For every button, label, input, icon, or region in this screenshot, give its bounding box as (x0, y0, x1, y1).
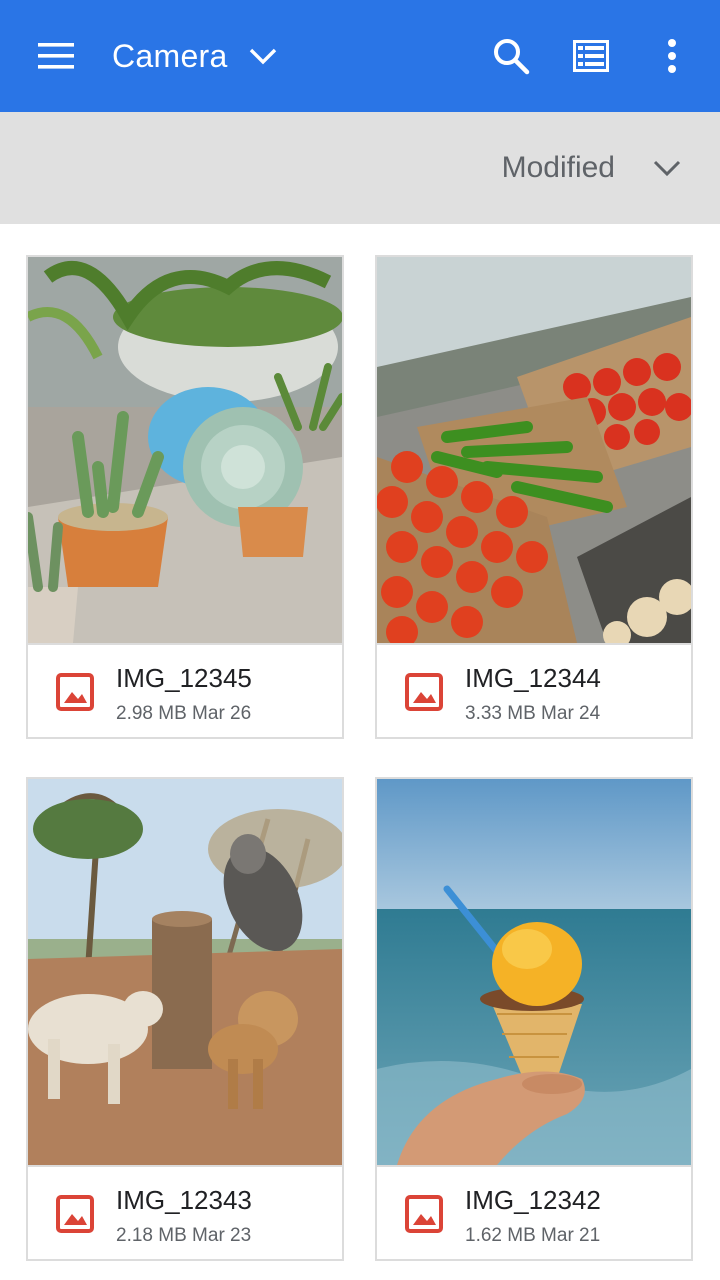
thumbnail-image (377, 257, 691, 643)
file-name: IMG_12343 (116, 1185, 252, 1215)
image-file-icon (405, 1195, 443, 1233)
file-name: IMG_12342 (465, 1185, 601, 1215)
file-info: IMG_12345 2.98 MB Mar 26 (28, 643, 342, 737)
more-options-button[interactable] (632, 0, 712, 112)
folder-selector[interactable]: Camera (112, 0, 278, 112)
file-details: 2.18 MB Mar 23 (116, 1225, 251, 1247)
file-card[interactable]: IMG_12343 2.18 MB Mar 23 (26, 777, 344, 1261)
image-file-icon (56, 1195, 94, 1233)
file-size: 2.18 MB (116, 1225, 187, 1246)
thumbnail-image (377, 779, 691, 1165)
file-name: IMG_12345 (116, 663, 252, 693)
file-details: 1.62 MB Mar 21 (465, 1225, 600, 1247)
file-size: 3.33 MB (465, 703, 536, 724)
file-info: IMG_12343 2.18 MB Mar 23 (28, 1165, 342, 1259)
file-date: Mar 24 (541, 703, 601, 724)
thumbnail-image (28, 779, 342, 1165)
file-details: 2.98 MB Mar 26 (116, 703, 251, 725)
file-date: Mar 23 (192, 1225, 252, 1246)
menu-icon (38, 43, 74, 69)
app-bar: Camera (0, 0, 720, 112)
file-size: 2.98 MB (116, 703, 187, 724)
file-card[interactable]: IMG_12342 1.62 MB Mar 21 (375, 777, 693, 1261)
search-button[interactable] (471, 0, 551, 112)
file-date: Mar 26 (192, 703, 252, 724)
file-info: IMG_12342 1.62 MB Mar 21 (377, 1165, 691, 1259)
search-icon (494, 39, 530, 75)
list-view-icon (573, 40, 609, 72)
file-date: Mar 21 (541, 1225, 601, 1246)
file-size: 1.62 MB (465, 1225, 536, 1246)
image-file-icon (405, 673, 443, 711)
file-info: IMG_12344 3.33 MB Mar 24 (377, 643, 691, 737)
file-card[interactable]: IMG_12345 2.98 MB Mar 26 (26, 255, 344, 739)
image-file-icon (56, 673, 94, 711)
chevron-down-icon (248, 46, 278, 66)
folder-title: Camera (112, 37, 228, 74)
more-vert-icon (668, 39, 676, 73)
chevron-down-icon[interactable] (645, 148, 689, 188)
sort-bar: Modified (0, 112, 720, 224)
file-details: 3.33 MB Mar 24 (465, 703, 600, 725)
sort-selector[interactable]: Modified (502, 112, 615, 224)
list-view-button[interactable] (551, 0, 631, 112)
thumbnail-image (28, 257, 342, 643)
menu-button[interactable] (16, 0, 96, 112)
file-card[interactable]: IMG_12344 3.33 MB Mar 24 (375, 255, 693, 739)
file-name: IMG_12344 (465, 663, 601, 693)
